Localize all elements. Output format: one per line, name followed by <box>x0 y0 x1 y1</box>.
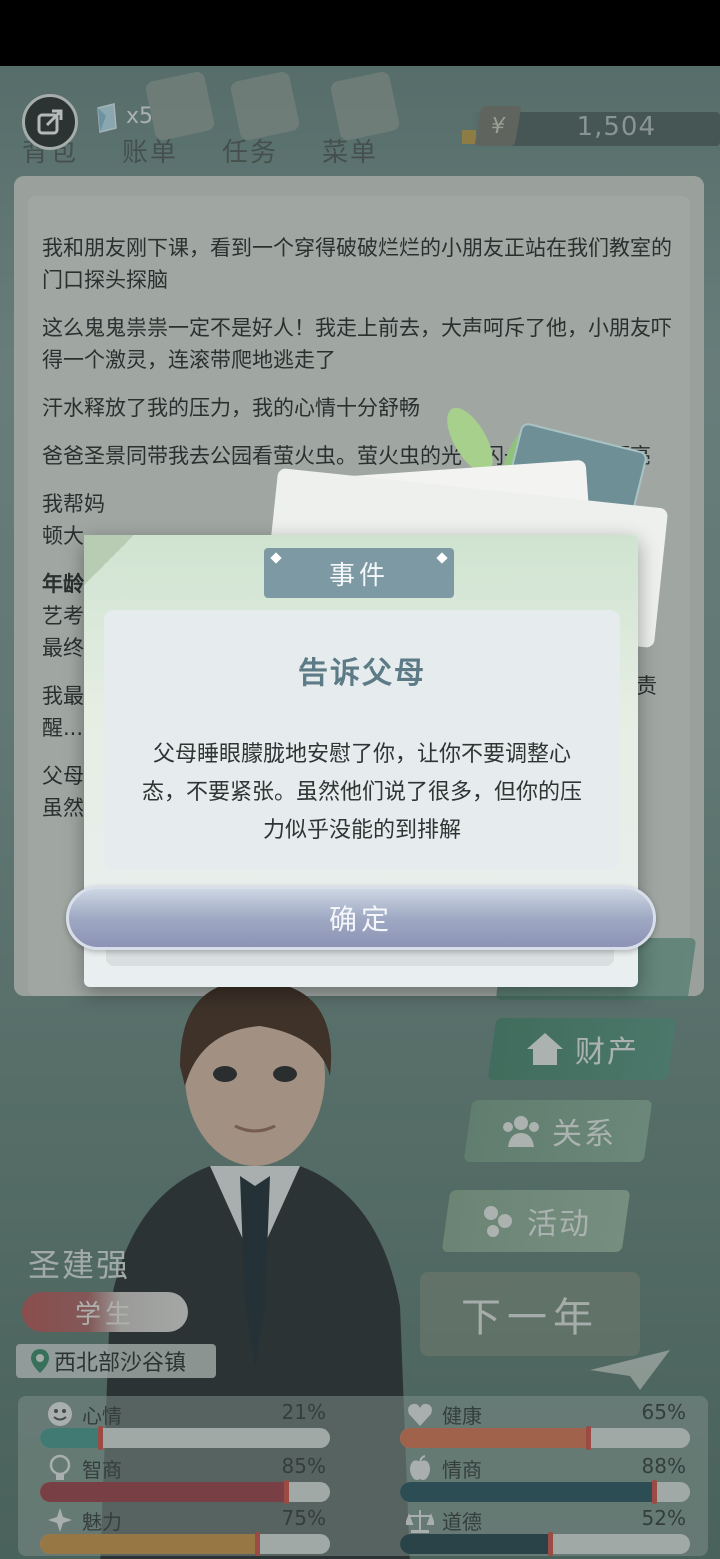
event-description: 父母睡眼朦胧地安慰了你，让你不要调整心态，不要紧张。虽然他们说了很多，但你的压力… <box>141 742 582 843</box>
confirm-button[interactable]: 确定 <box>66 886 656 950</box>
event-tab: 事件 <box>264 548 454 598</box>
corner-fold <box>84 535 134 585</box>
status-bar <box>0 0 720 66</box>
event-title: 告诉父母 <box>298 656 426 691</box>
